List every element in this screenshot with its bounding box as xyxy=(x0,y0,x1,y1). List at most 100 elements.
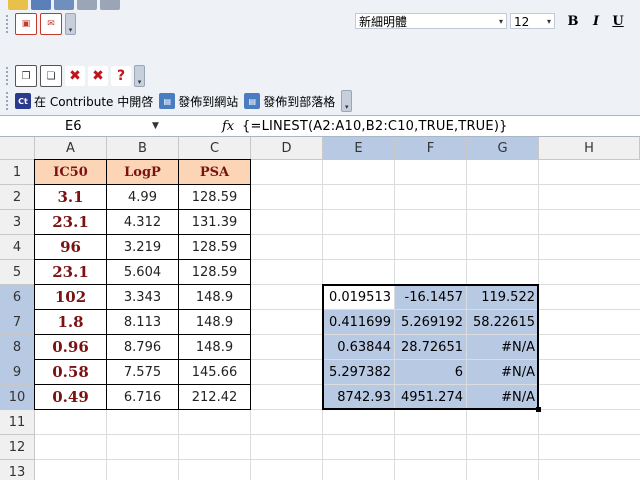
data-cell[interactable]: 212.42 xyxy=(179,385,250,409)
column-header-b[interactable]: B xyxy=(107,137,179,160)
data-cell[interactable]: 102 xyxy=(35,285,106,309)
row-header-7[interactable]: 7 xyxy=(0,310,35,335)
font-size-select[interactable]: 12 ▾ xyxy=(510,13,555,29)
toolbar-grip[interactable] xyxy=(6,92,11,110)
header-cell[interactable]: PSA xyxy=(179,160,250,184)
data-cell[interactable]: 145.66 xyxy=(179,360,250,384)
result-cell[interactable]: 58.22615 xyxy=(467,310,538,334)
result-cell[interactable]: 28.72651 xyxy=(395,335,466,359)
data-cell[interactable]: 3.1 xyxy=(35,185,106,209)
reject-change-icon[interactable]: ✖ xyxy=(88,66,108,86)
data-cell[interactable]: 3.343 xyxy=(107,285,178,309)
fill-handle[interactable] xyxy=(536,407,541,412)
delete-comment-icon[interactable]: ✖ xyxy=(65,66,85,86)
result-cell[interactable]: 119.522 xyxy=(467,285,538,309)
data-cell[interactable]: 4.99 xyxy=(107,185,178,209)
undo-icon[interactable] xyxy=(77,0,97,10)
formula-input[interactable]: {=LINEST(A2:A10,B2:C10,TRUE,TRUE)} xyxy=(242,117,508,136)
result-cell[interactable]: #N/A xyxy=(467,360,538,384)
column-header-a[interactable]: A xyxy=(35,137,107,160)
row-header-9[interactable]: 9 xyxy=(0,360,35,385)
result-cell[interactable]: 0.411699 xyxy=(323,310,394,334)
row-header-11[interactable]: 11 xyxy=(0,410,35,435)
data-cell[interactable]: 7.575 xyxy=(107,360,178,384)
name-box[interactable]: E6 ▼ xyxy=(0,117,170,136)
result-cell[interactable]: 0.63844 xyxy=(323,335,394,359)
data-cell[interactable]: 6.716 xyxy=(107,385,178,409)
column-header-e[interactable]: E xyxy=(323,137,395,160)
italic-button[interactable]: I xyxy=(586,13,606,31)
data-cell[interactable]: 1.8 xyxy=(35,310,106,334)
row-header-12[interactable]: 12 xyxy=(0,435,35,460)
data-cell[interactable]: 8.796 xyxy=(107,335,178,359)
result-cell[interactable]: 5.269192 xyxy=(395,310,466,334)
folder-icon[interactable] xyxy=(8,0,28,10)
new-comment-icon[interactable]: ❐ xyxy=(15,65,37,87)
select-all-corner[interactable] xyxy=(0,137,35,160)
data-cell[interactable]: 128.59 xyxy=(179,185,250,209)
data-cell[interactable]: 148.9 xyxy=(179,285,250,309)
data-cell[interactable]: 0.96 xyxy=(35,335,106,359)
result-cell[interactable]: 4951.274 xyxy=(395,385,466,409)
column-header-h[interactable]: H xyxy=(539,137,640,160)
column-header-g[interactable]: G xyxy=(467,137,539,160)
data-cell[interactable]: 23.1 xyxy=(35,260,106,284)
result-cell[interactable]: -16.1457 xyxy=(395,285,466,309)
result-cell[interactable]: #N/A xyxy=(467,335,538,359)
result-cell[interactable]: 5.297382 xyxy=(323,360,394,384)
help-icon[interactable]: ? xyxy=(111,66,131,86)
toolbar-options-icon[interactable]: ▾ xyxy=(65,13,76,35)
toolbar-grip[interactable] xyxy=(6,15,11,33)
data-cell[interactable]: 8.113 xyxy=(107,310,178,334)
data-cell[interactable]: 131.39 xyxy=(179,210,250,234)
redo-icon[interactable] xyxy=(100,0,120,10)
font-name-select[interactable]: 新細明體 ▾ xyxy=(355,13,507,29)
toolbar-options-icon[interactable]: ▾ xyxy=(134,65,145,87)
edit-comment-icon[interactable]: ❏ xyxy=(40,65,62,87)
print-icon[interactable] xyxy=(54,0,74,10)
result-cell[interactable]: 6 xyxy=(395,360,466,384)
column-header-f[interactable]: F xyxy=(395,137,467,160)
data-cell[interactable]: 3.219 xyxy=(107,235,178,259)
row-header-6[interactable]: 6 xyxy=(0,285,35,310)
header-cell[interactable]: IC50 xyxy=(35,160,106,184)
underline-button[interactable]: U xyxy=(608,13,628,31)
pdf-email-icon[interactable]: ✉ xyxy=(40,13,62,35)
result-cell[interactable]: #N/A xyxy=(467,385,538,409)
result-cell[interactable]: 8742.93 xyxy=(323,385,394,409)
data-cell[interactable]: 5.604 xyxy=(107,260,178,284)
data-cell[interactable]: 128.59 xyxy=(179,235,250,259)
contribute-open-button[interactable]: Ct 在 Contribute 中開啓 xyxy=(15,91,153,111)
row-header-3[interactable]: 3 xyxy=(0,210,35,235)
chevron-down-icon[interactable]: ▼ xyxy=(152,117,159,136)
row-header-5[interactable]: 5 xyxy=(0,260,35,285)
row-header-13[interactable]: 13 xyxy=(0,460,35,480)
row-header-2[interactable]: 2 xyxy=(0,185,35,210)
publish-site-button[interactable]: ▤ 發佈到網站 xyxy=(159,91,238,111)
header-cell[interactable]: LogP xyxy=(107,160,178,184)
data-cell[interactable]: 23.1 xyxy=(35,210,106,234)
data-cell[interactable]: 0.49 xyxy=(35,385,106,409)
data-cell[interactable]: 96 xyxy=(35,235,106,259)
insert-function-icon[interactable]: fx xyxy=(222,117,234,136)
data-cell[interactable]: 4.312 xyxy=(107,210,178,234)
row-header-1[interactable]: 1 xyxy=(0,160,35,185)
column-header-d[interactable]: D xyxy=(251,137,323,160)
data-cell[interactable]: 148.9 xyxy=(179,335,250,359)
table-border-line xyxy=(34,184,251,185)
row-header-4[interactable]: 4 xyxy=(0,235,35,260)
toolbar-grip[interactable] xyxy=(6,67,11,85)
save-icon[interactable] xyxy=(31,0,51,10)
active-cell[interactable]: 0.019513 xyxy=(323,285,394,309)
data-cell[interactable]: 128.59 xyxy=(179,260,250,284)
row-header-10[interactable]: 10 xyxy=(0,385,35,410)
data-cell[interactable]: 0.58 xyxy=(35,360,106,384)
data-cell[interactable]: 148.9 xyxy=(179,310,250,334)
toolbar-review: ❐ ❏ ✖ ✖ ? ▾ xyxy=(6,65,145,87)
row-header-8[interactable]: 8 xyxy=(0,335,35,360)
column-header-c[interactable]: C xyxy=(179,137,251,160)
publish-blog-button[interactable]: ▤ 發佈到部落格 xyxy=(244,91,335,111)
pdf-convert-icon[interactable]: ▣ xyxy=(15,13,37,35)
toolbar-options-icon[interactable]: ▾ xyxy=(341,90,353,112)
bold-button[interactable]: B xyxy=(563,13,583,31)
